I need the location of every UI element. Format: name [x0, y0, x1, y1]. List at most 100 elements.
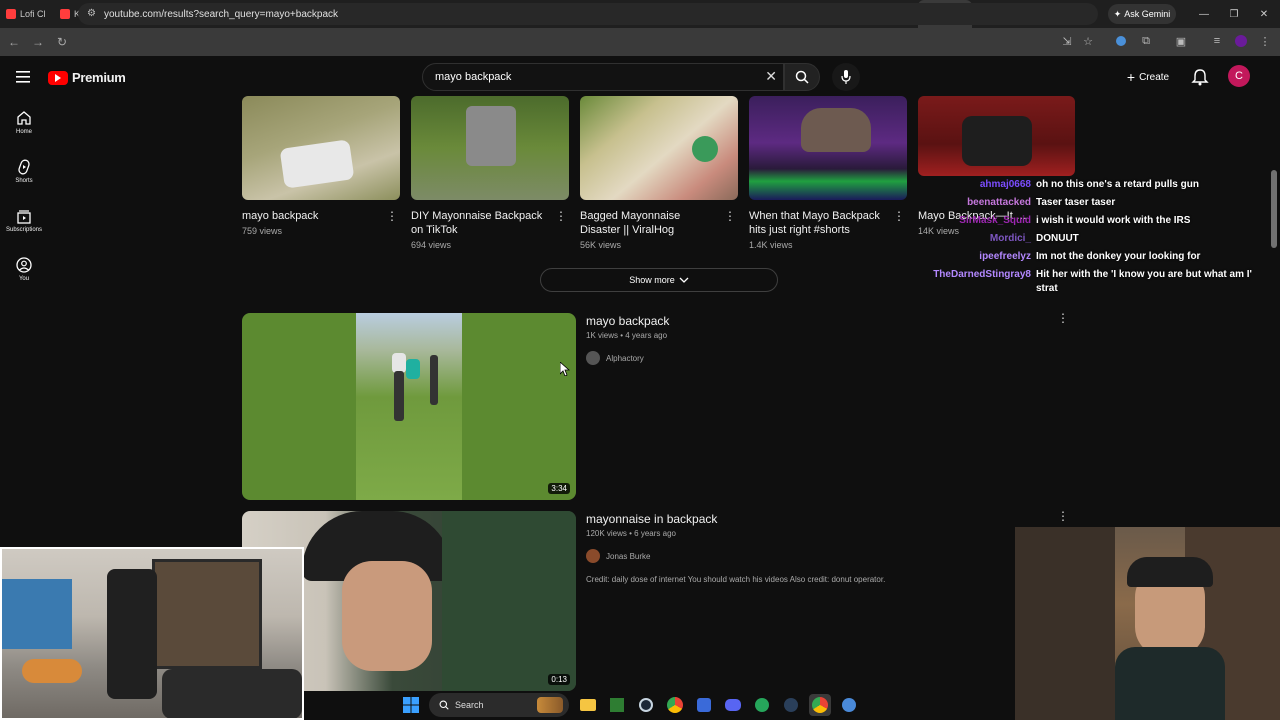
- more-options-icon[interactable]: ⋮: [1057, 509, 1069, 523]
- nav-item-you[interactable]: You: [0, 257, 48, 282]
- reload-icon[interactable]: ↻: [50, 30, 74, 54]
- show-more-button[interactable]: Show more: [540, 268, 778, 292]
- minimize-icon[interactable]: —: [1188, 0, 1220, 28]
- streamer-webcam-overlay: [1015, 527, 1280, 720]
- more-options-icon[interactable]: ⋮: [1057, 311, 1069, 325]
- browser-menu-icon[interactable]: ⋮: [1258, 34, 1272, 48]
- taskbar-search-label: Search: [455, 700, 484, 710]
- channel-link[interactable]: Jonas Burke: [586, 549, 650, 563]
- nav-home-label: Home: [15, 129, 32, 135]
- search-input[interactable]: mayo backpack ✕: [422, 63, 784, 91]
- mouse-cursor-icon: [559, 361, 571, 381]
- short-title[interactable]: Bagged Mayonnaise Disaster || ViralHog: [580, 209, 715, 237]
- back-icon[interactable]: ←: [2, 30, 26, 54]
- more-options-icon[interactable]: ⋮: [386, 209, 398, 223]
- account-avatar[interactable]: C: [1228, 65, 1250, 87]
- windows-start-icon[interactable]: [400, 694, 422, 716]
- tab-label: Lofi Cl: [20, 9, 46, 19]
- home-icon: [17, 111, 31, 125]
- bookmark-star-icon[interactable]: ☆: [1081, 34, 1095, 48]
- chat-username: Mordici_: [989, 233, 1031, 244]
- short-card[interactable]: mayo backpack 759 views ⋮: [242, 96, 400, 236]
- channel-link[interactable]: Alphactory: [586, 351, 644, 365]
- microphone-icon: [841, 70, 851, 84]
- clear-search-icon[interactable]: ✕: [765, 68, 777, 85]
- hamburger-menu-icon[interactable]: [16, 70, 30, 83]
- more-options-icon[interactable]: ⋮: [724, 209, 736, 223]
- forward-icon[interactable]: →: [26, 30, 50, 54]
- create-label: Create: [1139, 71, 1170, 83]
- channel-name: Alphactory: [606, 353, 644, 363]
- chrome-icon[interactable]: [664, 694, 686, 716]
- restore-icon[interactable]: ❐: [1218, 0, 1250, 28]
- video-meta: 120K views • 6 years ago: [586, 529, 676, 538]
- app-icon[interactable]: [606, 694, 628, 716]
- you-icon: [16, 257, 32, 273]
- browser-tab[interactable]: Lofi Cl: [0, 0, 54, 28]
- short-title[interactable]: mayo backpack: [242, 209, 377, 223]
- short-card[interactable]: Bagged Mayonnaise Disaster || ViralHog 5…: [580, 96, 738, 250]
- nav-you-label: You: [18, 276, 30, 282]
- app-icon[interactable]: [693, 694, 715, 716]
- channel-avatar: [586, 549, 600, 563]
- search-query: mayo backpack: [435, 71, 512, 83]
- video-duration: 0:13: [548, 674, 570, 685]
- close-window-icon[interactable]: ✕: [1248, 0, 1280, 28]
- short-thumbnail[interactable]: [580, 96, 738, 200]
- more-options-icon[interactable]: ⋮: [893, 209, 905, 223]
- file-explorer-icon[interactable]: [577, 694, 599, 716]
- extension-icon[interactable]: [1114, 34, 1128, 48]
- search-button[interactable]: [784, 63, 820, 91]
- show-more-label: Show more: [629, 275, 675, 285]
- short-title[interactable]: When that Mayo Backpack hits just right …: [749, 209, 884, 237]
- channel-name: Jonas Burke: [606, 551, 651, 561]
- taskbar-search[interactable]: Search: [429, 693, 569, 717]
- voice-search-button[interactable]: [832, 63, 860, 91]
- chat-text: DONUUT: [1036, 233, 1079, 244]
- short-title[interactable]: DIY Mayonnaise Backpack on TikTok: [411, 209, 546, 237]
- chat-username: beenattacked: [967, 197, 1031, 208]
- youtube-premium-logo[interactable]: Premium: [48, 70, 126, 85]
- short-views: 56K views: [580, 240, 622, 250]
- video-thumbnail[interactable]: 3:34: [242, 313, 576, 500]
- short-card[interactable]: DIY Mayonnaise Backpack on TikTok 694 vi…: [411, 96, 569, 250]
- chat-text: oh no this one's a retard pulls gun: [1036, 179, 1199, 190]
- page-scrollbar[interactable]: [1271, 170, 1277, 248]
- profile-icon[interactable]: [1234, 34, 1248, 48]
- sidebar-icon[interactable]: ▣: [1174, 34, 1188, 48]
- nav-subscriptions-label: Subscriptions: [5, 227, 43, 233]
- video-title[interactable]: mayonnaise in backpack: [586, 512, 717, 526]
- video-duration: 3:34: [548, 483, 570, 494]
- url-field[interactable]: ⚙ youtube.com/results?search_query=mayo+…: [78, 3, 1098, 25]
- video-title[interactable]: mayo backpack: [586, 314, 669, 328]
- url-text: youtube.com/results?search_query=mayo+ba…: [104, 8, 339, 20]
- install-app-icon[interactable]: ⇲: [1060, 34, 1074, 48]
- shorts-icon: [18, 159, 30, 175]
- steam-icon[interactable]: [635, 694, 657, 716]
- short-thumbnail[interactable]: [242, 96, 400, 200]
- short-card[interactable]: When that Mayo Backpack hits just right …: [749, 96, 907, 250]
- app-icon[interactable]: [751, 694, 773, 716]
- more-options-icon[interactable]: ⋮: [555, 209, 567, 223]
- room-webcam-overlay: [0, 547, 304, 720]
- nav-item-shorts[interactable]: Shorts: [0, 159, 48, 184]
- notifications-bell-icon[interactable]: [1190, 68, 1210, 86]
- tab-search-icon[interactable]: ≡: [1210, 34, 1224, 48]
- app-icon[interactable]: [838, 694, 860, 716]
- short-views: 694 views: [411, 240, 452, 250]
- short-thumbnail[interactable]: [411, 96, 569, 200]
- chrome-icon[interactable]: [809, 694, 831, 716]
- chevron-down-icon: [679, 277, 689, 283]
- nav-item-subscriptions[interactable]: Subscriptions: [0, 208, 48, 233]
- short-thumbnail[interactable]: [749, 96, 907, 200]
- ask-gemini-button[interactable]: ✦ Ask Gemini: [1108, 4, 1176, 24]
- steam-icon[interactable]: [780, 694, 802, 716]
- discord-icon[interactable]: [722, 694, 744, 716]
- channel-avatar: [586, 351, 600, 365]
- extensions-puzzle-icon[interactable]: ⧉: [1139, 34, 1153, 48]
- screen: { "browser": { "tabs": [ {"label": "Lofi…: [0, 0, 1280, 720]
- create-button[interactable]: + Create: [1118, 66, 1178, 88]
- nav-item-home[interactable]: Home: [0, 110, 48, 135]
- site-info-icon[interactable]: ⚙: [87, 8, 96, 19]
- short-thumbnail[interactable]: [918, 96, 1075, 176]
